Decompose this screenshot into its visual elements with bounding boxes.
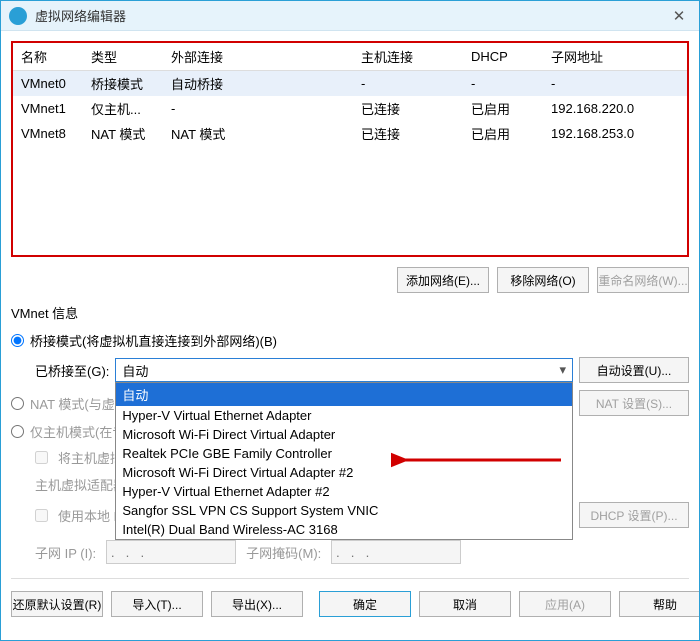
nat-radio[interactable] — [11, 397, 24, 410]
ok-button[interactable]: 确定 — [319, 591, 411, 617]
cell-ext: 自动桥接 — [163, 71, 353, 97]
cell-ext: NAT 模式 — [163, 121, 353, 146]
export-button[interactable]: 导出(X)... — [211, 591, 303, 617]
cell-dhcp: - — [463, 71, 543, 97]
subnet-mask-label: 子网掩码(M): — [246, 543, 321, 562]
col-subnet[interactable]: 子网地址 — [543, 43, 687, 71]
virtual-network-editor-window: 虚拟网络编辑器 ✕ 名称 类型 外部连接 主机连接 DHCP 子网地址 VMne… — [0, 0, 700, 641]
titlebar: 虚拟网络编辑器 ✕ — [1, 1, 699, 31]
cancel-button[interactable]: 取消 — [419, 591, 511, 617]
dhcp-checkbox — [35, 509, 48, 522]
close-icon[interactable]: ✕ — [667, 7, 691, 25]
col-host[interactable]: 主机连接 — [353, 43, 463, 71]
vmnet-info-section: 桥接模式(将虚拟机直接连接到外部网络)(B) 已桥接至(G): 自动 自动Hyp… — [11, 328, 689, 568]
adapter-option[interactable]: Hyper-V Virtual Ethernet Adapter #2 — [116, 482, 572, 501]
network-table[interactable]: 名称 类型 外部连接 主机连接 DHCP 子网地址 VMnet0桥接模式自动桥接… — [11, 41, 689, 257]
divider — [11, 578, 689, 579]
add-network-button[interactable]: 添加网络(E)... — [397, 267, 489, 293]
adapter-option[interactable]: Microsoft Wi-Fi Direct Virtual Adapter — [116, 425, 572, 444]
cell-dhcp: 已启用 — [463, 121, 543, 146]
col-ext[interactable]: 外部连接 — [163, 43, 353, 71]
cell-type: 桥接模式 — [83, 71, 163, 97]
dialog-body: 名称 类型 外部连接 主机连接 DHCP 子网地址 VMnet0桥接模式自动桥接… — [1, 31, 699, 640]
bridged-to-row: 已桥接至(G): 自动 自动Hyper-V Virtual Ethernet A… — [11, 353, 689, 387]
col-name[interactable]: 名称 — [13, 43, 83, 71]
help-button[interactable]: 帮助 — [619, 591, 699, 617]
adapter-option[interactable]: Sangfor SSL VPN CS Support System VNIC — [116, 501, 572, 520]
bridged-radio[interactable] — [11, 334, 24, 347]
cell-host: 已连接 — [353, 96, 463, 121]
adapter-option[interactable]: Microsoft Wi-Fi Direct Virtual Adapter #… — [116, 463, 572, 482]
apply-button: 应用(A) — [519, 591, 611, 617]
cell-subnet: 192.168.220.0 — [543, 96, 687, 121]
bridged-adapter-value: 自动 — [122, 361, 148, 380]
adapter-option[interactable]: Realtek PCIe GBE Family Controller — [116, 444, 572, 463]
cell-host: - — [353, 71, 463, 97]
col-type[interactable]: 类型 — [83, 43, 163, 71]
cell-name: VMnet8 — [13, 121, 83, 146]
bridged-adapter-select[interactable]: 自动 自动Hyper-V Virtual Ethernet AdapterMic… — [115, 358, 573, 382]
cell-type: NAT 模式 — [83, 121, 163, 146]
table-row[interactable]: VMnet0桥接模式自动桥接--- — [13, 71, 687, 97]
bridged-adapter-dropdown[interactable]: 自动Hyper-V Virtual Ethernet AdapterMicros… — [115, 382, 573, 540]
adapter-option[interactable]: Intel(R) Dual Band Wireless-AC 3168 — [116, 520, 572, 539]
cell-dhcp: 已启用 — [463, 96, 543, 121]
rename-network-button: 重命名网络(W)... — [597, 267, 689, 293]
table-actions: 添加网络(E)... 移除网络(O) 重命名网络(W)... — [11, 257, 689, 301]
import-button[interactable]: 导入(T)... — [111, 591, 203, 617]
restore-defaults-button[interactable]: 还原默认设置(R) — [11, 591, 103, 617]
bridged-mode-radio-row[interactable]: 桥接模式(将虚拟机直接连接到外部网络)(B) — [11, 328, 689, 353]
dhcp-settings-button: DHCP 设置(P)... — [579, 502, 689, 528]
cell-name: VMnet0 — [13, 71, 83, 97]
cell-ext: - — [163, 96, 353, 121]
table-header-row: 名称 类型 外部连接 主机连接 DHCP 子网地址 — [13, 43, 687, 71]
bridged-radio-label: 桥接模式(将虚拟机直接连接到外部网络)(B) — [30, 331, 277, 350]
cell-name: VMnet1 — [13, 96, 83, 121]
adapter-option[interactable]: Hyper-V Virtual Ethernet Adapter — [116, 406, 572, 425]
bridged-adapter-display[interactable]: 自动 — [115, 358, 573, 382]
table-row[interactable]: VMnet8NAT 模式NAT 模式已连接已启用192.168.253.0 — [13, 121, 687, 146]
cell-type: 仅主机... — [83, 96, 163, 121]
connect-host-checkbox — [35, 451, 48, 464]
table-row[interactable]: VMnet1仅主机...-已连接已启用192.168.220.0 — [13, 96, 687, 121]
adapter-option[interactable]: 自动 — [116, 383, 572, 406]
window-title: 虚拟网络编辑器 — [35, 6, 667, 25]
cell-subnet: 192.168.253.0 — [543, 121, 687, 146]
col-dhcp[interactable]: DHCP — [463, 43, 543, 71]
subnet-ip-label: 子网 IP (I): — [35, 543, 96, 562]
hostonly-radio[interactable] — [11, 425, 24, 438]
bottom-buttons: 还原默认设置(R) 导入(T)... 导出(X)... 确定 取消 应用(A) … — [11, 587, 689, 619]
cell-host: 已连接 — [353, 121, 463, 146]
subnet-ip-input — [106, 540, 236, 564]
subnet-mask-input — [331, 540, 461, 564]
cell-subnet: - — [543, 71, 687, 97]
remove-network-button[interactable]: 移除网络(O) — [497, 267, 589, 293]
bridged-to-label: 已桥接至(G): — [35, 361, 109, 380]
auto-settings-button[interactable]: 自动设置(U)... — [579, 357, 689, 383]
vmnet-info-heading: VMnet 信息 — [11, 301, 689, 328]
nat-settings-button: NAT 设置(S)... — [579, 390, 689, 416]
app-icon — [9, 7, 27, 25]
